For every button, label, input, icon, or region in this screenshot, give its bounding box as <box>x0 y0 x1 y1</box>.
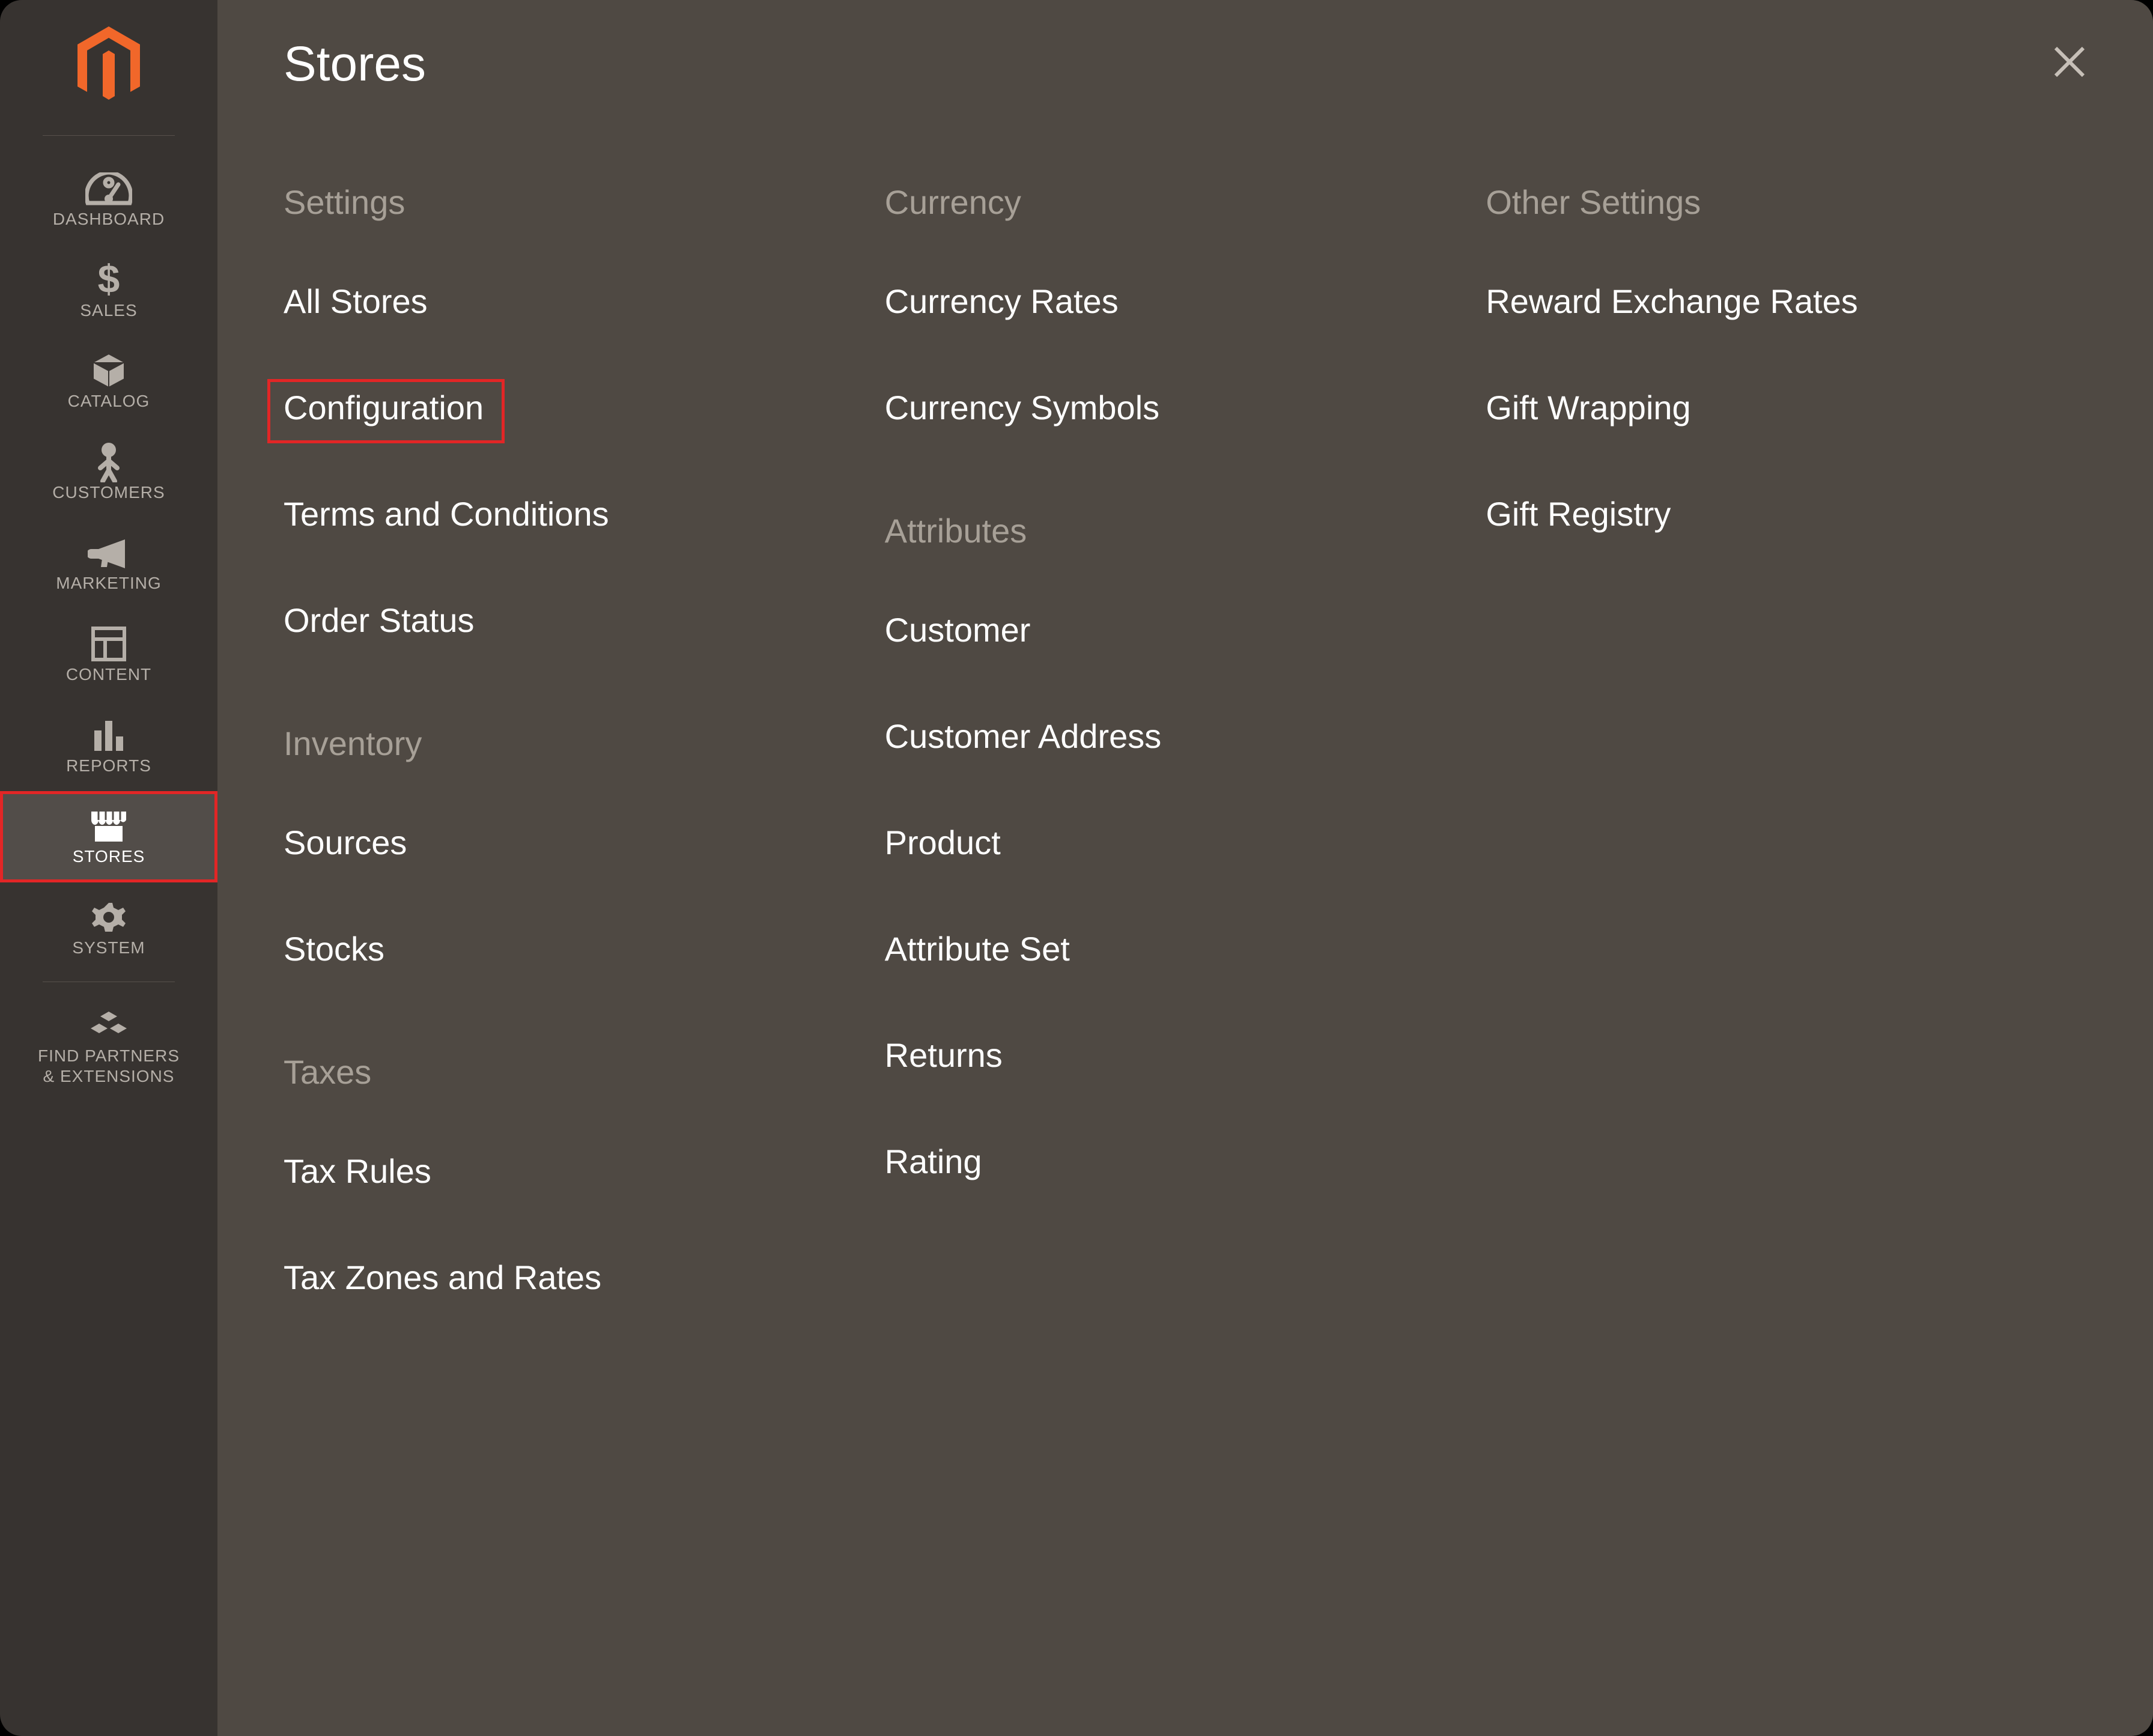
sidebar-item-label: CUSTOMERS <box>52 482 165 503</box>
menu-link-customer-address[interactable]: Customer Address <box>885 717 1486 756</box>
menu-link-tax-zones-and-rates[interactable]: Tax Zones and Rates <box>284 1258 885 1297</box>
close-button[interactable] <box>2052 44 2087 82</box>
sidebar-item-label: CONTENT <box>66 664 151 685</box>
sidebar-item-label: SALES <box>80 300 137 321</box>
section-taxes: Taxes Tax Rules Tax Zones and Rates <box>284 1052 885 1297</box>
section-heading: Settings <box>284 183 885 222</box>
magento-logo-icon <box>73 24 145 108</box>
admin-sidebar: DASHBOARD $ SALES CATALOG CUSTOMERS <box>0 0 217 1736</box>
sidebar-item-catalog[interactable]: CATALOG <box>0 336 217 427</box>
sidebar-item-content[interactable]: CONTENT <box>0 609 217 700</box>
menu-link-tax-rules[interactable]: Tax Rules <box>284 1152 885 1191</box>
bar-chart-icon <box>91 715 127 756</box>
sidebar-item-system[interactable]: SYSTEM <box>0 882 217 974</box>
menu-link-configuration[interactable]: Configuration <box>267 379 505 443</box>
svg-text:$: $ <box>98 259 120 301</box>
menu-link-gift-wrapping[interactable]: Gift Wrapping <box>1486 388 2087 427</box>
menu-link-product[interactable]: Product <box>885 823 1486 862</box>
section-heading: Attributes <box>885 511 1486 550</box>
section-heading: Other Settings <box>1486 183 2087 222</box>
sidebar-item-marketing[interactable]: MARKETING <box>0 518 217 609</box>
section-heading: Inventory <box>284 724 885 763</box>
menu-link-customer[interactable]: Customer <box>885 610 1486 649</box>
menu-link-reward-exchange-rates[interactable]: Reward Exchange Rates <box>1486 282 2087 321</box>
menu-link-sources[interactable]: Sources <box>284 823 885 862</box>
menu-link-currency-rates[interactable]: Currency Rates <box>885 282 1486 321</box>
sidebar-item-find-partners[interactable]: FIND PARTNERS & EXTENSIONS <box>0 991 217 1102</box>
divider <box>43 135 175 136</box>
sidebar-item-dashboard[interactable]: DASHBOARD <box>0 154 217 245</box>
menu-link-currency-symbols[interactable]: Currency Symbols <box>885 388 1486 427</box>
menu-columns: Settings All Stores Configuration Terms … <box>284 183 2087 1381</box>
section-settings: Settings All Stores Configuration Terms … <box>284 183 885 640</box>
dashboard-icon <box>85 168 132 209</box>
megaphone-icon <box>88 532 130 573</box>
layout-icon <box>91 624 127 664</box>
sidebar-item-label: DASHBOARD <box>53 209 165 229</box>
menu-column-2: Currency Currency Rates Currency Symbols… <box>885 183 1486 1381</box>
menu-column-1: Settings All Stores Configuration Terms … <box>284 183 885 1381</box>
panel-title: Stores <box>284 36 2087 93</box>
section-currency: Currency Currency Rates Currency Symbols <box>885 183 1486 427</box>
sidebar-item-stores[interactable]: STORES <box>0 791 217 882</box>
menu-link-order-status[interactable]: Order Status <box>284 601 885 640</box>
dollar-icon: $ <box>97 259 121 300</box>
sidebar-item-label: SYSTEM <box>72 938 145 958</box>
sidebar-item-label: CATALOG <box>68 391 150 411</box>
menu-link-stocks[interactable]: Stocks <box>284 929 885 968</box>
app-root: DASHBOARD $ SALES CATALOG CUSTOMERS <box>0 0 2153 1736</box>
section-heading: Taxes <box>284 1052 885 1091</box>
section-heading: Currency <box>885 183 1486 222</box>
menu-link-rating[interactable]: Rating <box>885 1142 1486 1181</box>
menu-link-returns[interactable]: Returns <box>885 1036 1486 1075</box>
menu-link-terms-and-conditions[interactable]: Terms and Conditions <box>284 494 885 533</box>
sidebar-item-reports[interactable]: REPORTS <box>0 700 217 792</box>
stores-flyout-panel: Stores Settings All Stores Configuration… <box>217 0 2153 1736</box>
sidebar-item-customers[interactable]: CUSTOMERS <box>0 427 217 518</box>
sidebar-item-label: MARKETING <box>56 573 161 593</box>
sidebar-item-sales[interactable]: $ SALES <box>0 245 217 336</box>
sidebar-item-label: FIND PARTNERS & EXTENSIONS <box>38 1046 180 1086</box>
section-inventory: Inventory Sources Stocks <box>284 724 885 968</box>
sidebar-item-label: STORES <box>73 846 145 867</box>
close-icon <box>2052 44 2087 79</box>
gear-icon <box>91 897 127 938</box>
store-icon <box>88 806 130 846</box>
blocks-icon <box>90 1005 128 1046</box>
section-other-settings: Other Settings Reward Exchange Rates Gif… <box>1486 183 2087 533</box>
menu-link-gift-registry[interactable]: Gift Registry <box>1486 494 2087 533</box>
box-icon <box>90 350 128 391</box>
menu-column-3: Other Settings Reward Exchange Rates Gif… <box>1486 183 2087 1381</box>
menu-link-all-stores[interactable]: All Stores <box>284 282 885 321</box>
sidebar-item-label: REPORTS <box>66 756 151 776</box>
section-attributes: Attributes Customer Customer Address Pro… <box>885 511 1486 1181</box>
person-icon <box>94 442 123 482</box>
menu-link-attribute-set[interactable]: Attribute Set <box>885 929 1486 968</box>
magento-logo[interactable] <box>73 24 145 111</box>
